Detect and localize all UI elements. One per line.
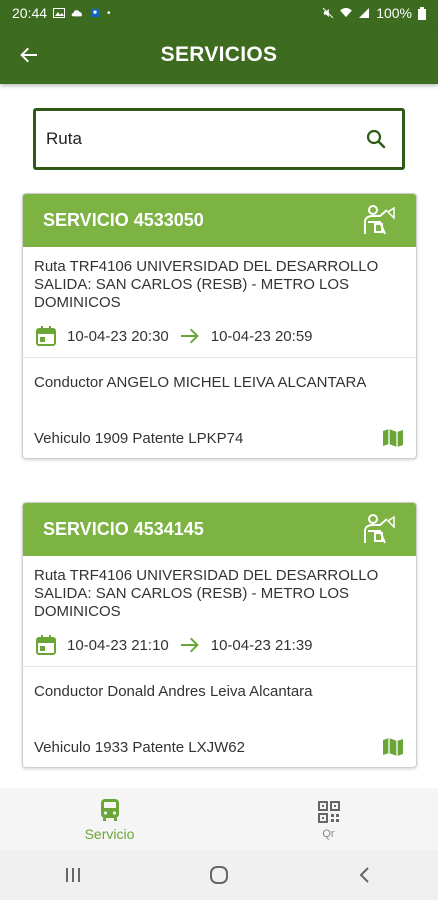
signal-icon [359, 8, 370, 18]
map-icon[interactable] [382, 427, 404, 449]
end-time: 10-04-23 20:59 [210, 327, 313, 345]
chevron-left-icon [359, 867, 369, 883]
page-title: SERVICIOS [160, 43, 278, 66]
back-button[interactable] [14, 40, 44, 70]
card-header: SERVICIO 4534145 [23, 503, 416, 556]
location-icon [90, 8, 100, 18]
bus-icon [100, 798, 119, 821]
vehicle-row: Vehiculo 1909 Patente LPKP74 [23, 418, 416, 458]
map-icon[interactable] [382, 736, 404, 758]
wifi-icon [340, 8, 353, 18]
home-icon [210, 866, 228, 884]
nav-label: Qr [322, 827, 335, 840]
vehicle-row: Vehiculo 1933 Patente LXJW62 [23, 727, 416, 767]
status-time: 20:44 [12, 5, 48, 21]
time-row: 10-04-23 21:10 10-04-23 21:39 [23, 628, 416, 662]
bottom-nav: Servicio Qr [0, 788, 438, 850]
app-bar: SERVICIOS [0, 26, 438, 84]
end-time: 10-04-23 21:39 [210, 636, 313, 654]
image-icon [53, 8, 66, 18]
recent-apps-button[interactable] [53, 860, 93, 890]
service-title: SERVICIO 4534145 [43, 519, 204, 539]
qr-code-icon [317, 800, 340, 823]
driver-text: Conductor ANGELO MICHEL LEIVA ALCANTARA [34, 374, 367, 391]
system-nav-bar [0, 850, 438, 900]
worker-icon[interactable] [360, 513, 396, 547]
route-text: Ruta TRF4106 UNIVERSIDAD DEL DESARROLLO … [34, 567, 379, 620]
service-card[interactable]: SERVICIO 4533050 Ruta TRF4106 UNIVERSIDA… [22, 193, 417, 459]
battery-icon [418, 6, 426, 20]
search-input[interactable] [46, 129, 364, 149]
arrow-back-icon [20, 47, 37, 63]
arrow-right-icon [180, 328, 199, 344]
start-time: 10-04-23 21:10 [67, 636, 169, 654]
recent-apps-icon [66, 868, 80, 882]
service-card[interactable]: SERVICIO 4534145 Ruta TRF4106 UNIVERSIDA… [22, 502, 417, 768]
system-back-button[interactable] [345, 860, 385, 890]
status-bar: 20:44 • 100% [0, 0, 438, 26]
dot-icon: • [107, 7, 111, 19]
route-text: Ruta TRF4106 UNIVERSIDAD DEL DESARROLLO … [34, 258, 379, 311]
vehicle-text: Vehiculo 1909 Patente LPKP74 [34, 429, 244, 447]
battery-text: 100% [376, 5, 412, 21]
search-icon[interactable] [364, 127, 388, 151]
arrow-right-icon [180, 637, 199, 653]
worker-icon[interactable] [360, 204, 396, 238]
mute-icon [322, 8, 334, 18]
nav-item-servicio[interactable]: Servicio [0, 788, 219, 850]
nav-item-qr[interactable]: Qr [219, 788, 438, 850]
time-row: 10-04-23 20:30 10-04-23 20:59 [23, 319, 416, 353]
nav-label: Servicio [84, 825, 135, 842]
calendar-icon [36, 635, 56, 655]
driver-text: Conductor Donald Andres Leiva Alcantara [34, 683, 313, 700]
cloud-icon [71, 10, 83, 17]
card-header: SERVICIO 4533050 [23, 194, 416, 247]
vehicle-text: Vehiculo 1933 Patente LXJW62 [34, 738, 245, 756]
home-button[interactable] [199, 860, 239, 890]
start-time: 10-04-23 20:30 [67, 327, 169, 345]
search-box [33, 108, 405, 170]
calendar-icon [36, 326, 56, 346]
service-title: SERVICIO 4533050 [43, 210, 204, 230]
